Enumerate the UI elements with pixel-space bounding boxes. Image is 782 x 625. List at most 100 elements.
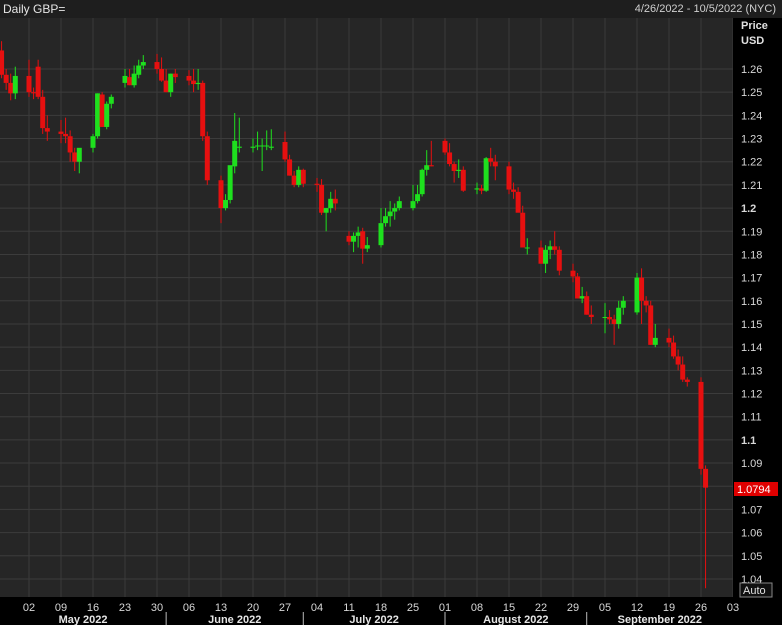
candle-body bbox=[552, 246, 558, 250]
candle bbox=[419, 168, 425, 197]
candle-body bbox=[355, 232, 361, 236]
month-label: September 2022 bbox=[618, 614, 702, 625]
auto-scale-button[interactable]: Auto bbox=[743, 585, 766, 597]
candle-body bbox=[168, 73, 174, 93]
currency-label: USD bbox=[741, 35, 764, 47]
candle-body bbox=[40, 96, 46, 129]
candle-body bbox=[684, 379, 690, 382]
date-tick-label: 06 bbox=[183, 602, 195, 614]
candle bbox=[634, 272, 640, 315]
candle-body bbox=[474, 188, 480, 190]
candle-body bbox=[127, 77, 133, 86]
candle-body bbox=[698, 381, 704, 469]
candle-body bbox=[666, 337, 672, 343]
date-tick-label: 09 bbox=[55, 602, 67, 614]
candle-body bbox=[172, 73, 178, 78]
date-tick-label: 05 bbox=[599, 602, 611, 614]
candle-body bbox=[140, 62, 146, 66]
candle-body bbox=[410, 201, 416, 209]
price-tick-label: 1.24 bbox=[741, 110, 762, 122]
date-tick-label: 30 bbox=[151, 602, 163, 614]
candle-body bbox=[602, 317, 608, 319]
price-tick-label: 1.1 bbox=[741, 435, 756, 447]
candle-body bbox=[104, 103, 110, 127]
candle-body bbox=[556, 249, 562, 271]
date-tick-label: 26 bbox=[695, 602, 707, 614]
candle bbox=[227, 165, 233, 204]
candle-body bbox=[575, 276, 581, 299]
candle-body bbox=[163, 80, 169, 93]
candle-body bbox=[351, 235, 357, 242]
candle bbox=[698, 377, 704, 475]
price-tick-label: 1.14 bbox=[741, 342, 762, 354]
candle-body bbox=[442, 140, 448, 153]
candle bbox=[575, 272, 581, 299]
date-tick-label: 29 bbox=[567, 602, 579, 614]
candle-body bbox=[250, 146, 256, 148]
price-tick-label: 1.13 bbox=[741, 365, 762, 377]
candle-body bbox=[195, 82, 201, 85]
candle-body bbox=[3, 74, 9, 83]
candle-body bbox=[346, 235, 352, 242]
candle-body bbox=[538, 247, 544, 264]
candle-body bbox=[675, 356, 681, 365]
date-tick-label: 12 bbox=[631, 602, 643, 614]
date-tick-label: 15 bbox=[503, 602, 515, 614]
candle-body bbox=[108, 96, 114, 104]
candle-body bbox=[419, 169, 425, 195]
candle bbox=[460, 166, 466, 192]
candle-body bbox=[364, 245, 370, 249]
date-tick-label: 27 bbox=[279, 602, 291, 614]
candle bbox=[200, 80, 206, 141]
candle-body bbox=[95, 93, 101, 137]
date-tick-label: 04 bbox=[311, 602, 323, 614]
date-tick-label: 03 bbox=[727, 602, 739, 614]
candle-body bbox=[99, 94, 105, 127]
candle-body bbox=[131, 73, 137, 86]
candle-body bbox=[456, 169, 462, 171]
candle-body bbox=[570, 270, 576, 277]
candle-body bbox=[154, 62, 160, 69]
price-tick-label: 1.17 bbox=[741, 273, 762, 285]
candle-body bbox=[579, 296, 585, 299]
candle-body bbox=[12, 75, 18, 94]
candle-body bbox=[520, 212, 526, 248]
price-tick-label: 1.2 bbox=[741, 203, 756, 215]
candle-body bbox=[524, 247, 530, 249]
candle-body bbox=[159, 69, 165, 81]
candlestick-chart[interactable]: Price USD 1.041.051.061.071.091.11.111.1… bbox=[0, 0, 782, 625]
candle-body bbox=[680, 364, 686, 380]
candle-body bbox=[383, 216, 389, 224]
candle-body bbox=[506, 166, 512, 190]
month-label: May 2022 bbox=[59, 614, 108, 625]
candle-body bbox=[703, 468, 709, 488]
candle-body bbox=[223, 199, 229, 209]
candle-body bbox=[31, 92, 37, 94]
candle bbox=[442, 138, 448, 155]
price-tick-label: 1.16 bbox=[741, 296, 762, 308]
candle-body bbox=[611, 319, 617, 324]
last-price-label: 1.0794 bbox=[737, 484, 771, 496]
date-tick-label: 13 bbox=[215, 602, 227, 614]
candle bbox=[99, 92, 105, 127]
candle-body bbox=[35, 66, 41, 97]
candle-body bbox=[67, 136, 73, 153]
candle-body bbox=[122, 75, 128, 83]
time-axis-ticks: 02 09 16 23 30 06 13 20 27 04 11 18 25 01 08 15 22 29 05 12… bbox=[23, 602, 739, 614]
candle-body bbox=[232, 140, 238, 167]
candle-body bbox=[58, 131, 64, 134]
candle-body bbox=[607, 317, 613, 320]
price-tick-label: 1.09 bbox=[741, 458, 762, 470]
candle-body bbox=[204, 136, 210, 181]
candle-body bbox=[483, 158, 489, 191]
candle-body bbox=[620, 300, 626, 308]
candle-body bbox=[255, 145, 261, 147]
date-tick-label: 22 bbox=[535, 602, 547, 614]
candle-body bbox=[323, 208, 329, 213]
candle-body bbox=[63, 133, 69, 137]
candle-body bbox=[287, 159, 293, 176]
date-tick-label: 23 bbox=[119, 602, 131, 614]
candle-body bbox=[76, 147, 82, 162]
month-label: July 2022 bbox=[349, 614, 399, 625]
candle bbox=[506, 161, 512, 195]
